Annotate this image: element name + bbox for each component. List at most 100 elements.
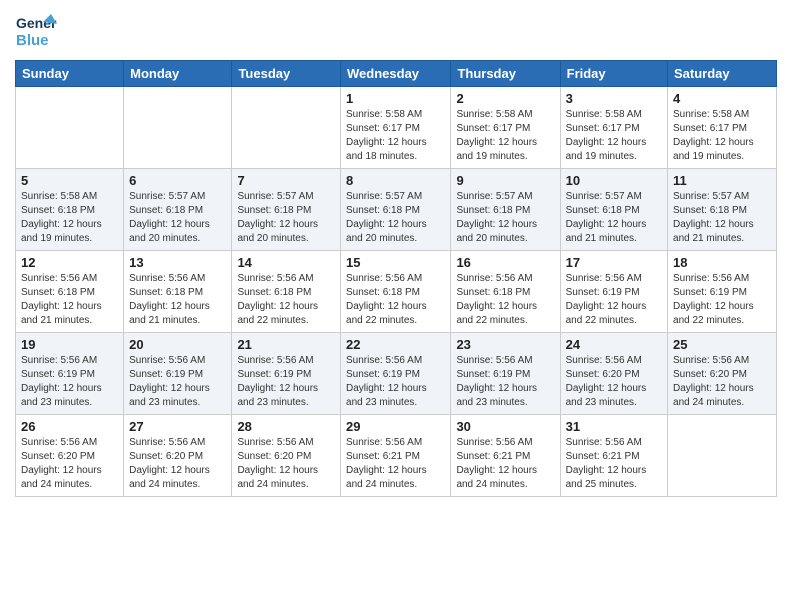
calendar-cell: 12 Sunrise: 5:56 AM Sunset: 6:18 PM Dayli… bbox=[16, 251, 124, 333]
weekday-header: Wednesday bbox=[341, 61, 451, 87]
calendar-cell: 20Sunrise: 5:56 AM Sunset: 6:19 PM Dayli… bbox=[124, 333, 232, 415]
calendar-cell: 15Sunrise: 5:56 AM Sunset: 6:18 PM Dayli… bbox=[341, 251, 451, 333]
calendar-cell: 14 Sunrise: 5:56 AM Sunset: 6:18 PM Dayli… bbox=[232, 251, 341, 333]
calendar-cell bbox=[668, 415, 777, 497]
day-number: 25 bbox=[673, 337, 771, 352]
day-info: Sunrise: 5:56 AM Sunset: 6:18 PM Dayligh… bbox=[21, 272, 118, 328]
day-info: Sunrise: 5:57 AM Sunset: 6:18 PM Dayligh… bbox=[346, 190, 445, 246]
day-number: 30 bbox=[456, 419, 554, 434]
day-info: Sunrise: 5:56 AM Sunset: 6:19 PM Dayligh… bbox=[456, 354, 554, 410]
svg-text:Blue: Blue bbox=[16, 32, 49, 49]
weekday-header: Saturday bbox=[668, 61, 777, 87]
calendar-cell bbox=[16, 87, 124, 169]
day-number: 2 bbox=[456, 91, 554, 106]
day-info: Sunrise: 5:56 AM Sunset: 6:19 PM Dayligh… bbox=[129, 354, 226, 410]
day-info: Sunrise: 5:57 AM Sunset: 6:18 PM Dayligh… bbox=[456, 190, 554, 246]
day-info: Sunrise: 5:56 AM Sunset: 6:21 PM Dayligh… bbox=[456, 436, 554, 492]
calendar-cell: 4Sunrise: 5:58 AM Sunset: 6:17 PM Daylig… bbox=[668, 87, 777, 169]
day-number: 18 bbox=[673, 255, 771, 270]
calendar-cell: 23 Sunrise: 5:56 AM Sunset: 6:19 PM Dayli… bbox=[451, 333, 560, 415]
day-info: Sunrise: 5:56 AM Sunset: 6:20 PM Dayligh… bbox=[129, 436, 226, 492]
day-info: Sunrise: 5:57 AM Sunset: 6:18 PM Dayligh… bbox=[237, 190, 335, 246]
calendar-cell: 22 Sunrise: 5:56 AM Sunset: 6:19 PM Dayli… bbox=[341, 333, 451, 415]
day-info: Sunrise: 5:56 AM Sunset: 6:18 PM Dayligh… bbox=[456, 272, 554, 328]
calendar-cell: 3Sunrise: 5:58 AM Sunset: 6:17 PM Daylig… bbox=[560, 87, 667, 169]
logo-svg: General Blue bbox=[15, 10, 57, 52]
weekday-header: Tuesday bbox=[232, 61, 341, 87]
calendar-week-row: 1 Sunrise: 5:58 AM Sunset: 6:17 PM Daylig… bbox=[16, 87, 777, 169]
calendar-cell: 13 Sunrise: 5:56 AM Sunset: 6:18 PM Dayli… bbox=[124, 251, 232, 333]
calendar-cell: 2 Sunrise: 5:58 AM Sunset: 6:17 PM Daylig… bbox=[451, 87, 560, 169]
calendar-cell: 17 Sunrise: 5:56 AM Sunset: 6:19 PM Dayli… bbox=[560, 251, 667, 333]
day-info: Sunrise: 5:56 AM Sunset: 6:20 PM Dayligh… bbox=[237, 436, 335, 492]
calendar-cell: 25 Sunrise: 5:56 AM Sunset: 6:20 PM Dayli… bbox=[668, 333, 777, 415]
day-number: 23 bbox=[456, 337, 554, 352]
calendar-cell: 9 Sunrise: 5:57 AM Sunset: 6:18 PM Daylig… bbox=[451, 169, 560, 251]
logo-row: General Blue bbox=[15, 10, 57, 52]
day-info: Sunrise: 5:58 AM Sunset: 6:18 PM Dayligh… bbox=[21, 190, 118, 246]
day-number: 8 bbox=[346, 173, 445, 188]
day-info: Sunrise: 5:56 AM Sunset: 6:18 PM Dayligh… bbox=[237, 272, 335, 328]
day-number: 26 bbox=[21, 419, 118, 434]
day-info: Sunrise: 5:56 AM Sunset: 6:19 PM Dayligh… bbox=[673, 272, 771, 328]
day-info: Sunrise: 5:56 AM Sunset: 6:21 PM Dayligh… bbox=[566, 436, 662, 492]
day-info: Sunrise: 5:56 AM Sunset: 6:18 PM Dayligh… bbox=[129, 272, 226, 328]
calendar-cell: 7 Sunrise: 5:57 AM Sunset: 6:18 PM Daylig… bbox=[232, 169, 341, 251]
calendar-cell: 21Sunrise: 5:56 AM Sunset: 6:19 PM Dayli… bbox=[232, 333, 341, 415]
day-info: Sunrise: 5:56 AM Sunset: 6:19 PM Dayligh… bbox=[346, 354, 445, 410]
day-info: Sunrise: 5:58 AM Sunset: 6:17 PM Dayligh… bbox=[566, 108, 662, 164]
calendar-cell: 19 Sunrise: 5:56 AM Sunset: 6:19 PM Dayli… bbox=[16, 333, 124, 415]
day-number: 11 bbox=[673, 173, 771, 188]
day-number: 12 bbox=[21, 255, 118, 270]
day-info: Sunrise: 5:56 AM Sunset: 6:21 PM Dayligh… bbox=[346, 436, 445, 492]
day-info: Sunrise: 5:56 AM Sunset: 6:19 PM Dayligh… bbox=[21, 354, 118, 410]
day-number: 15 bbox=[346, 255, 445, 270]
day-info: Sunrise: 5:56 AM Sunset: 6:20 PM Dayligh… bbox=[21, 436, 118, 492]
day-info: Sunrise: 5:57 AM Sunset: 6:18 PM Dayligh… bbox=[566, 190, 662, 246]
day-info: Sunrise: 5:58 AM Sunset: 6:17 PM Dayligh… bbox=[346, 108, 445, 164]
day-number: 19 bbox=[21, 337, 118, 352]
day-number: 7 bbox=[237, 173, 335, 188]
calendar-cell: 18 Sunrise: 5:56 AM Sunset: 6:19 PM Dayli… bbox=[668, 251, 777, 333]
day-number: 13 bbox=[129, 255, 226, 270]
day-number: 16 bbox=[456, 255, 554, 270]
day-number: 1 bbox=[346, 91, 445, 106]
calendar-cell: 16 Sunrise: 5:56 AM Sunset: 6:18 PM Dayli… bbox=[451, 251, 560, 333]
calendar-cell: 31 Sunrise: 5:56 AM Sunset: 6:21 PM Dayli… bbox=[560, 415, 667, 497]
day-number: 9 bbox=[456, 173, 554, 188]
day-info: Sunrise: 5:56 AM Sunset: 6:20 PM Dayligh… bbox=[566, 354, 662, 410]
day-number: 17 bbox=[566, 255, 662, 270]
calendar-cell bbox=[124, 87, 232, 169]
calendar-cell: 24 Sunrise: 5:56 AM Sunset: 6:20 PM Dayli… bbox=[560, 333, 667, 415]
calendar-cell: 11 Sunrise: 5:57 AM Sunset: 6:18 PM Dayli… bbox=[668, 169, 777, 251]
calendar-cell: 1 Sunrise: 5:58 AM Sunset: 6:17 PM Daylig… bbox=[341, 87, 451, 169]
calendar-cell: 27Sunrise: 5:56 AM Sunset: 6:20 PM Dayli… bbox=[124, 415, 232, 497]
day-info: Sunrise: 5:56 AM Sunset: 6:20 PM Dayligh… bbox=[673, 354, 771, 410]
day-info: Sunrise: 5:58 AM Sunset: 6:17 PM Dayligh… bbox=[456, 108, 554, 164]
calendar-cell: 5Sunrise: 5:58 AM Sunset: 6:18 PM Daylig… bbox=[16, 169, 124, 251]
calendar-cell: 28 Sunrise: 5:56 AM Sunset: 6:20 PM Dayli… bbox=[232, 415, 341, 497]
day-number: 10 bbox=[566, 173, 662, 188]
weekday-header: Sunday bbox=[16, 61, 124, 87]
day-number: 21 bbox=[237, 337, 335, 352]
page-header: General Blue bbox=[15, 10, 777, 52]
day-number: 28 bbox=[237, 419, 335, 434]
calendar-week-row: 19 Sunrise: 5:56 AM Sunset: 6:19 PM Dayli… bbox=[16, 333, 777, 415]
day-info: Sunrise: 5:57 AM Sunset: 6:18 PM Dayligh… bbox=[673, 190, 771, 246]
day-number: 29 bbox=[346, 419, 445, 434]
calendar-cell: 29 Sunrise: 5:56 AM Sunset: 6:21 PM Dayli… bbox=[341, 415, 451, 497]
calendar-cell: 10 Sunrise: 5:57 AM Sunset: 6:18 PM Dayli… bbox=[560, 169, 667, 251]
day-number: 22 bbox=[346, 337, 445, 352]
day-number: 31 bbox=[566, 419, 662, 434]
calendar-cell: 26 Sunrise: 5:56 AM Sunset: 6:20 PM Dayli… bbox=[16, 415, 124, 497]
weekday-header: Thursday bbox=[451, 61, 560, 87]
day-number: 24 bbox=[566, 337, 662, 352]
day-number: 14 bbox=[237, 255, 335, 270]
logo: General Blue bbox=[15, 10, 57, 52]
day-number: 6 bbox=[129, 173, 226, 188]
calendar-table: SundayMondayTuesdayWednesdayThursdayFrid… bbox=[15, 60, 777, 497]
weekday-header: Monday bbox=[124, 61, 232, 87]
calendar-week-row: 12 Sunrise: 5:56 AM Sunset: 6:18 PM Dayli… bbox=[16, 251, 777, 333]
day-info: Sunrise: 5:56 AM Sunset: 6:19 PM Dayligh… bbox=[566, 272, 662, 328]
page-container: General Blue SundayMondayTuesdayWednesda… bbox=[0, 0, 792, 507]
